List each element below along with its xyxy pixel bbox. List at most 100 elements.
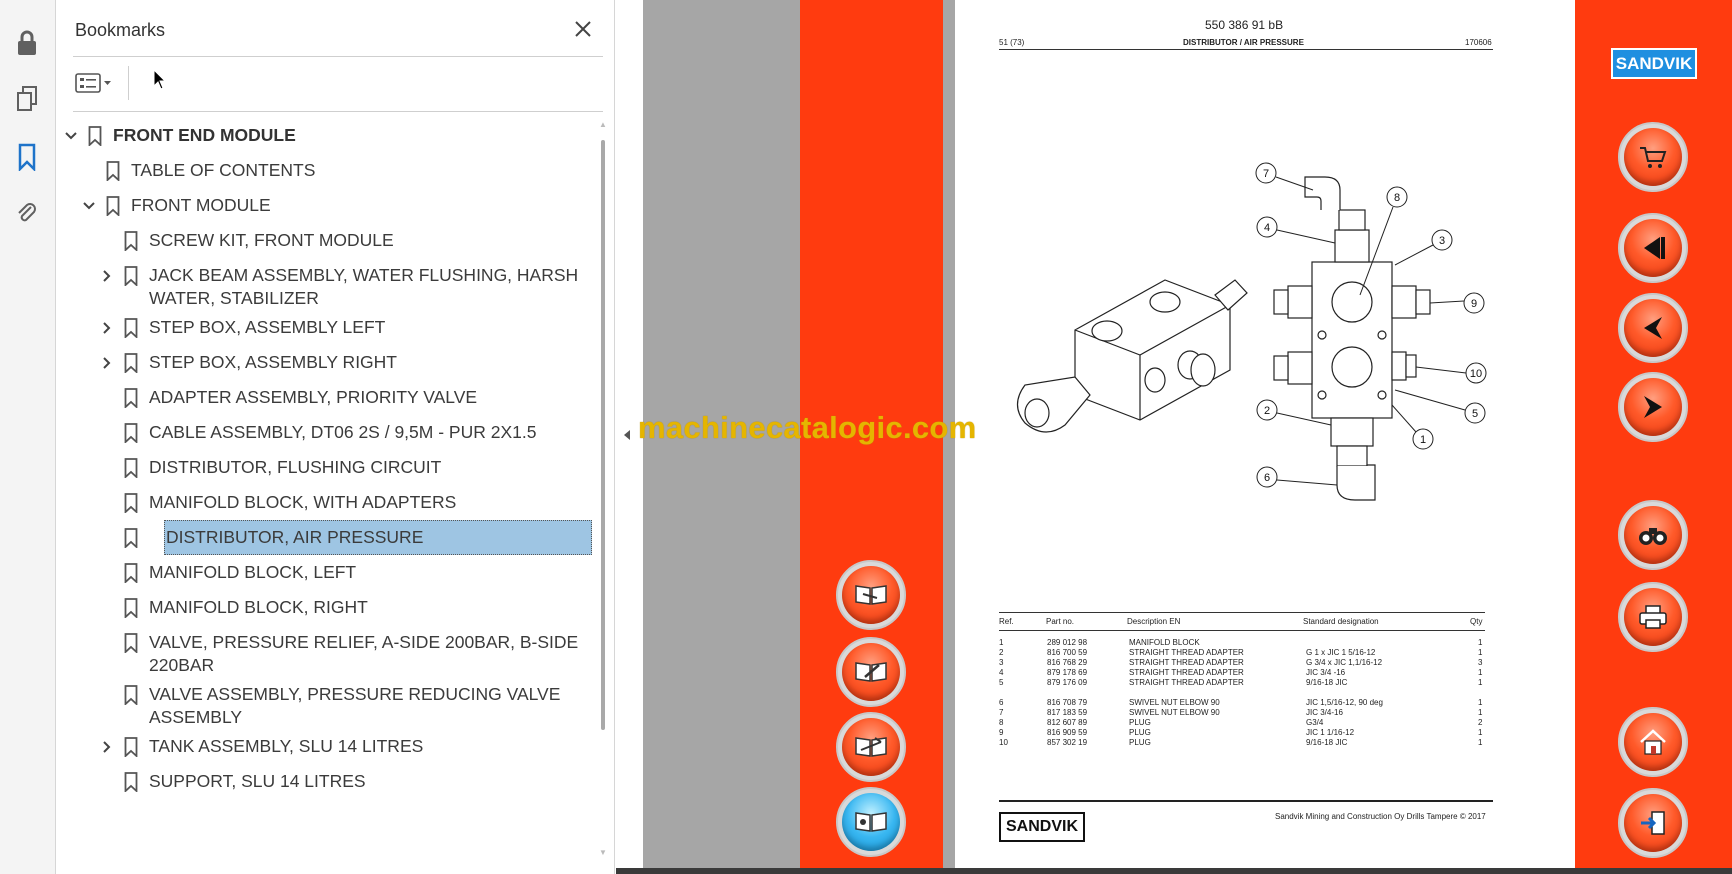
bookmark-icon <box>124 598 138 618</box>
row-partno: 812 607 89 <box>1047 718 1088 727</box>
bookmark-item[interactable]: JACK BEAM ASSEMBLY, WATER FLUSHING, HARS… <box>57 258 597 310</box>
callout-label: 9 <box>1471 298 1477 310</box>
chevron-right-icon[interactable] <box>99 739 115 755</box>
watermark-text: machinecatalogic.com <box>638 410 977 445</box>
table-header-description: Description EN <box>1127 617 1181 626</box>
bookmark-label-line2: WATER, STABILIZER <box>149 288 319 308</box>
bookmark-item[interactable]: FRONT END MODULE <box>57 118 597 153</box>
page-number: 51 (73) <box>999 38 1025 47</box>
printer-icon <box>1624 588 1682 646</box>
row-standard: JIC 1 1/16-12 <box>1306 728 1355 737</box>
book-open-button[interactable] <box>836 787 906 857</box>
bookmark-item-selected[interactable]: DISTRIBUTOR, AIR PRESSURE <box>57 520 597 555</box>
next-page-button[interactable] <box>1618 372 1688 442</box>
bookmark-item[interactable]: TANK ASSEMBLY, SLU 14 LITRES <box>57 729 597 764</box>
page-date: 170606 <box>1465 38 1492 47</box>
bookmark-item[interactable]: STEP BOX, ASSEMBLY RIGHT <box>57 345 597 380</box>
bottom-bar <box>616 868 1732 874</box>
collapse-panel-icon[interactable] <box>622 428 632 447</box>
chevron-down-icon[interactable] <box>63 128 79 144</box>
row-qty: 1 <box>1478 738 1483 747</box>
chevron-down-icon[interactable] <box>81 198 97 214</box>
tool-rail <box>0 0 56 874</box>
scroll-thumb[interactable] <box>601 140 605 730</box>
bookmark-item[interactable]: MANIFOLD BLOCK, LEFT <box>57 555 597 590</box>
sandvik-logo: SANDVIK <box>1611 48 1697 79</box>
row-standard: JIC 1,5/16-12, 90 deg <box>1306 698 1383 707</box>
bookmark-item[interactable]: MANIFOLD BLOCK, WITH ADAPTERS <box>57 485 597 520</box>
first-page-button[interactable] <box>1618 213 1688 283</box>
scroll-up-icon[interactable]: ▲ <box>598 120 608 130</box>
row-partno: 816 768 29 <box>1047 658 1088 667</box>
bookmark-item[interactable]: STEP BOX, ASSEMBLY LEFT <box>57 310 597 345</box>
row-partno: 816 700 59 <box>1047 648 1088 657</box>
bookmark-options-button[interactable] <box>74 70 118 96</box>
attachment-icon[interactable] <box>10 196 44 230</box>
bookmark-icon <box>124 353 138 373</box>
row-qty: 1 <box>1478 698 1483 707</box>
bookmark-item[interactable]: VALVE ASSEMBLY, PRESSURE REDUCING VALVE … <box>57 677 597 729</box>
list-options-icon <box>75 73 111 93</box>
callout-label: 4 <box>1264 222 1270 234</box>
row-standard: G 1 x JIC 1 5/16-12 <box>1306 648 1376 657</box>
panel-scrollbar[interactable]: ▲ ▼ <box>598 120 608 860</box>
callout-label: 1 <box>1420 434 1426 446</box>
bookmark-item[interactable]: DISTRIBUTOR, FLUSHING CIRCUIT <box>57 450 597 485</box>
mouse-cursor-icon <box>153 68 167 96</box>
next-page-icon <box>1624 378 1682 436</box>
bookmark-icon <box>124 772 138 792</box>
bookmark-item[interactable]: TABLE OF CONTENTS <box>57 153 597 188</box>
bookmark-item[interactable]: VALVE, PRESSURE RELIEF, A-SIDE 200BAR, B… <box>57 625 597 677</box>
bookmark-item[interactable]: SUPPORT, SLU 14 LITRES <box>57 764 597 799</box>
bookmark-label: SCREW KIT, FRONT MODULE <box>149 230 394 250</box>
bookmark-icon <box>124 633 138 653</box>
callout-label: 8 <box>1394 192 1400 204</box>
lock-icon[interactable] <box>10 26 44 60</box>
previous-page-button[interactable] <box>1618 293 1688 363</box>
book-hand-button[interactable] <box>836 560 906 630</box>
row-standard: 9/16-18 JIC <box>1306 678 1348 687</box>
bookmark-label: JACK BEAM ASSEMBLY, WATER FLUSHING, HARS… <box>149 265 579 285</box>
chevron-right-icon[interactable] <box>99 268 115 284</box>
bookmark-item[interactable]: ADAPTER ASSEMBLY, PRIORITY VALVE <box>57 380 597 415</box>
bookmark-icon <box>124 318 138 338</box>
callout-label: 2 <box>1264 405 1270 417</box>
sandvik-footer-logo: SANDVIK <box>999 812 1085 842</box>
bookmark-label: SUPPORT, SLU 14 LITRES <box>149 771 366 791</box>
exit-button[interactable] <box>1618 788 1688 858</box>
row-ref: 8 <box>999 718 1004 727</box>
close-icon[interactable] <box>570 16 596 42</box>
bookmarks-panel: Bookmarks FRONT END MODULE TABLE OF CONT… <box>57 0 615 874</box>
row-ref: 2 <box>999 648 1004 657</box>
row-partno: 816 708 79 <box>1047 698 1088 707</box>
cart-icon <box>1624 128 1682 186</box>
bookmark-item[interactable]: SCREW KIT, FRONT MODULE <box>57 223 597 258</box>
bookmark-icon <box>124 458 138 478</box>
bookmark-label: MANIFOLD BLOCK, LEFT <box>149 562 357 582</box>
row-partno: 879 178 69 <box>1047 668 1088 677</box>
home-button[interactable] <box>1618 707 1688 777</box>
bookmark-item[interactable]: MANIFOLD BLOCK, RIGHT <box>57 590 597 625</box>
bookmark-panel-icon[interactable] <box>10 140 44 174</box>
bookmark-label: STEP BOX, ASSEMBLY RIGHT <box>149 352 397 372</box>
book-edit-button[interactable] <box>836 712 906 782</box>
bookmark-item[interactable]: FRONT MODULE <box>57 188 597 223</box>
row-description: STRAIGHT THREAD ADAPTER <box>1129 678 1244 687</box>
prev-page-icon <box>1624 299 1682 357</box>
scroll-down-icon[interactable]: ▼ <box>598 848 608 858</box>
book-edit-icon <box>842 718 900 776</box>
row-ref: 9 <box>999 728 1004 737</box>
bookmark-item[interactable]: CABLE ASSEMBLY, DT06 2S / 9,5M - PUR 2X1… <box>57 415 597 450</box>
book-hand-icon <box>842 566 900 624</box>
bookmark-label-line2: ASSEMBLY <box>149 707 243 727</box>
chevron-right-icon[interactable] <box>99 320 115 336</box>
search-button[interactable] <box>1618 500 1688 570</box>
book-pencil-button[interactable] <box>836 637 906 707</box>
pages-icon[interactable] <box>10 82 44 116</box>
row-qty: 1 <box>1478 678 1483 687</box>
cart-button[interactable] <box>1618 122 1688 192</box>
row-standard: 9/16-18 JIC <box>1306 738 1348 747</box>
chevron-right-icon[interactable] <box>99 355 115 371</box>
table-header-ref: Ref. <box>999 617 1014 626</box>
print-button[interactable] <box>1618 582 1688 652</box>
